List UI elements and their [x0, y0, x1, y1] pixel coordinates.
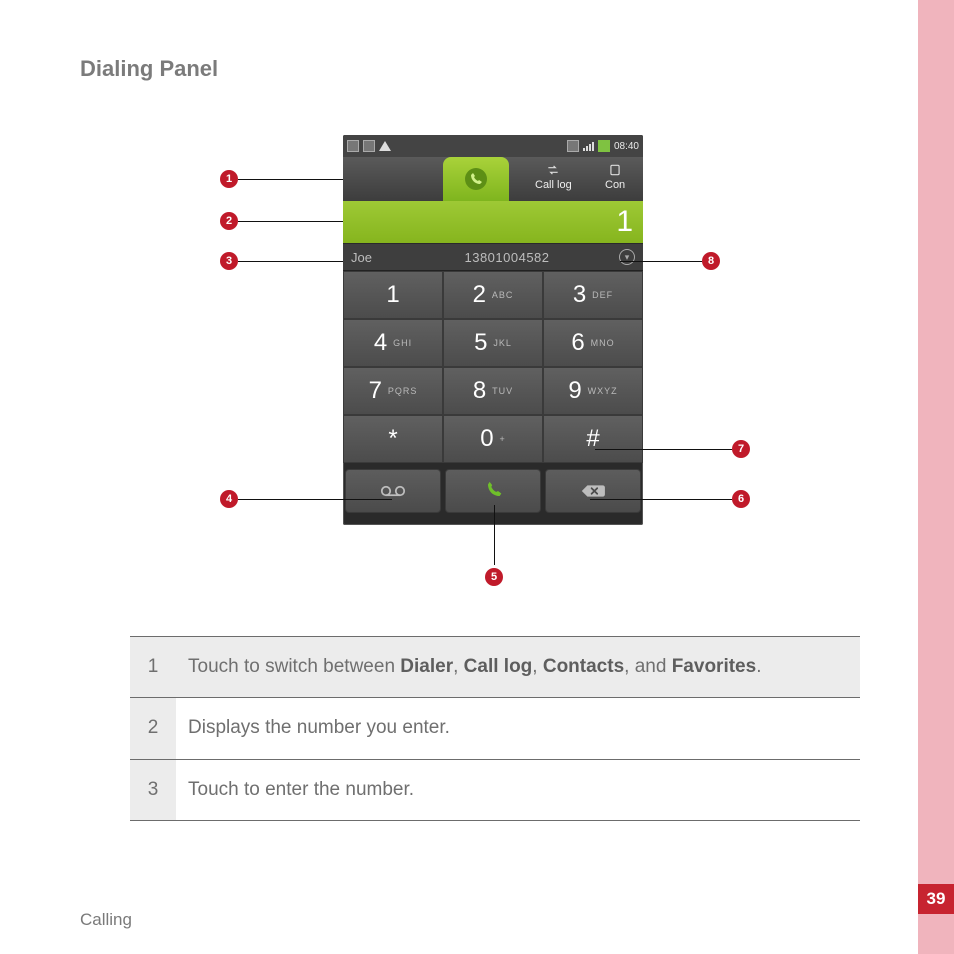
key-digit: 5 [474, 329, 487, 357]
callout-badge: 4 [220, 490, 238, 508]
tab-label-text: Call log [535, 179, 572, 191]
phone-screenshot: 08:40 Call log Con 1 Joe 138010045 [343, 135, 643, 525]
table-row: 1Touch to switch between Dialer, Call lo… [130, 637, 860, 698]
key-6[interactable]: 6 MNO [543, 319, 643, 367]
row-description: Displays the number you enter. [176, 698, 860, 759]
key-letters: DEF [592, 290, 613, 300]
key-digit: 4 [374, 329, 387, 357]
signal-icon [583, 142, 594, 151]
key-9[interactable]: 9 WXYZ [543, 367, 643, 415]
row-index: 2 [130, 698, 176, 759]
key-letters: JKL [493, 338, 512, 348]
key-5[interactable]: 5 JKL [443, 319, 543, 367]
callout-table: 1Touch to switch between Dialer, Call lo… [130, 636, 860, 821]
key-digit: * [388, 425, 397, 453]
status-time: 08:40 [614, 141, 639, 152]
key-4[interactable]: 4 GHI [343, 319, 443, 367]
status-bar: 08:40 [343, 135, 643, 157]
row-index: 3 [130, 759, 176, 820]
keypad: 12ABC3DEF4GHI5JKL6MNO7PQRS8TUV9WXYZ*0+# [343, 271, 643, 463]
callout-3: 3 [220, 252, 343, 270]
phone-handset-icon [479, 481, 507, 501]
call-button[interactable] [445, 469, 541, 513]
contacts-icon [608, 163, 622, 177]
key-letters: TUV [492, 386, 513, 396]
key-0[interactable]: 0+ [443, 415, 543, 463]
phone-icon [464, 167, 488, 191]
callout-2: 2 [220, 212, 343, 230]
diagram: 08:40 Call log Con 1 Joe 138010045 [80, 120, 860, 610]
key-2[interactable]: 2 ABC [443, 271, 543, 319]
callout-badge: 3 [220, 252, 238, 270]
entered-number: 1 [616, 205, 633, 239]
suggestion-row[interactable]: Joe 13801004582 ▾ [343, 243, 643, 271]
side-strip [918, 0, 954, 954]
battery-icon [598, 140, 610, 152]
suggestion-name: Joe [343, 250, 403, 265]
key-letters: GHI [393, 338, 412, 348]
key-letters: + [500, 434, 506, 444]
tab-call-log[interactable]: Call log [535, 163, 572, 191]
row-description: Touch to switch between Dialer, Call log… [176, 637, 860, 698]
key-3[interactable]: 3 DEF [543, 271, 643, 319]
key-digit: 6 [571, 329, 584, 357]
tab-bar[interactable]: Call log Con [343, 157, 643, 201]
warning-icon [379, 141, 391, 151]
status-icon [363, 140, 375, 152]
key-digit: 1 [386, 281, 399, 309]
callout-5-line [494, 505, 495, 565]
key-digit: 0 [480, 425, 493, 453]
footer-section-label: Calling [80, 910, 132, 930]
key-letters: PQRS [388, 386, 418, 396]
number-display: 1 [343, 201, 643, 243]
callout-1: 1 [220, 170, 343, 188]
network-icon [567, 140, 579, 152]
key-1[interactable]: 1 [343, 271, 443, 319]
key-digit: 3 [573, 281, 586, 309]
status-icon [347, 140, 359, 152]
tab-contacts[interactable]: Con [605, 163, 625, 191]
callout-7: 7 [595, 440, 750, 458]
callout-badge: 8 [702, 252, 720, 270]
table-row: 2Displays the number you enter. [130, 698, 860, 759]
section-heading: Dialing Panel [80, 56, 218, 82]
key-*[interactable]: * [343, 415, 443, 463]
row-description: Touch to enter the number. [176, 759, 860, 820]
callout-badge: 1 [220, 170, 238, 188]
key-letters: WXYZ [588, 386, 618, 396]
tab-dialer[interactable] [443, 157, 509, 201]
swap-icon [546, 163, 560, 177]
row-index: 1 [130, 637, 176, 698]
callout-6: 6 [590, 490, 750, 508]
key-letters: MNO [591, 338, 615, 348]
key-digit: 9 [568, 377, 581, 405]
callout-badge: 6 [732, 490, 750, 508]
tab-label-text: Con [605, 179, 625, 191]
key-letters: ABC [492, 290, 514, 300]
callout-badge: 2 [220, 212, 238, 230]
callout-badge: 7 [732, 440, 750, 458]
page-number: 39 [918, 884, 954, 914]
suggestion-number: 13801004582 [403, 250, 611, 265]
table-row: 3Touch to enter the number. [130, 759, 860, 820]
key-digit: 7 [369, 377, 382, 405]
callout-badge: 5 [485, 568, 503, 586]
callout-8: 8 [620, 252, 720, 270]
key-8[interactable]: 8 TUV [443, 367, 543, 415]
key-digit: 2 [473, 281, 486, 309]
key-digit: 8 [473, 377, 486, 405]
key-7[interactable]: 7 PQRS [343, 367, 443, 415]
callout-4: 4 [220, 490, 392, 508]
